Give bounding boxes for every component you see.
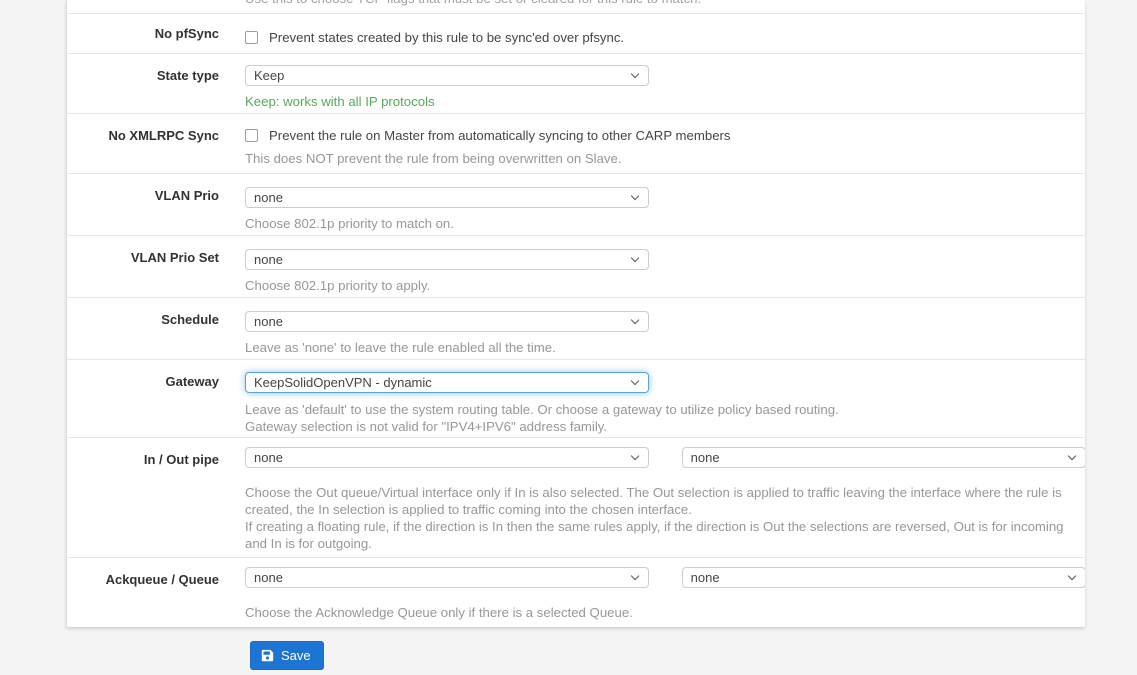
no-pfsync-label: No pfSync bbox=[67, 14, 245, 53]
row-no-pfsync: No pfSync Prevent states created by this… bbox=[67, 13, 1085, 53]
gateway-select[interactable]: KeepSolidOpenVPN - dynamic bbox=[245, 372, 649, 393]
schedule-help: Leave as 'none' to leave the rule enable… bbox=[245, 339, 1069, 356]
state-type-help: Keep: works with all IP protocols bbox=[245, 93, 1069, 110]
rule-settings-panel: Use this to choose TCP flags that must b… bbox=[66, 0, 1085, 627]
vlan-prio-set-select-wrap: none bbox=[245, 249, 649, 270]
row-gateway: Gateway KeepSolidOpenVPN - dynamic Leave… bbox=[67, 359, 1085, 437]
save-button-label: Save bbox=[281, 649, 311, 662]
gateway-select-wrap: KeepSolidOpenVPN - dynamic bbox=[245, 372, 649, 393]
tcp-flags-help-text: Use this to choose TCP flags that must b… bbox=[67, 0, 701, 13]
queue-select[interactable]: none bbox=[682, 567, 1085, 588]
save-icon bbox=[261, 649, 274, 662]
vlan-prio-help: Choose 802.1p priority to match on. bbox=[245, 215, 1069, 232]
no-xmlrpc-help: This does NOT prevent the rule from bein… bbox=[245, 150, 1069, 167]
state-type-select[interactable]: Keep bbox=[245, 65, 649, 86]
save-button[interactable]: Save bbox=[250, 641, 324, 670]
vlan-prio-label: VLAN Prio bbox=[67, 174, 245, 235]
schedule-label: Schedule bbox=[67, 298, 245, 359]
firewall-rule-edit-page: { "colors": { "page_bg": "#f4f4f4", "pan… bbox=[0, 0, 1137, 675]
no-pfsync-checkbox[interactable] bbox=[245, 31, 258, 44]
state-type-label: State type bbox=[67, 54, 245, 113]
row-ackqueue-queue: Ackqueue / Queue none none Choose the Ac… bbox=[67, 557, 1085, 627]
ackqueue-select[interactable]: none bbox=[245, 567, 649, 588]
vlan-prio-set-label: VLAN Prio Set bbox=[67, 236, 245, 297]
row-vlan-prio-set: VLAN Prio Set none Choose 802.1p priorit… bbox=[67, 235, 1085, 297]
schedule-select[interactable]: none bbox=[245, 311, 649, 332]
schedule-select-wrap: none bbox=[245, 311, 649, 332]
row-schedule: Schedule none Leave as 'none' to leave t… bbox=[67, 297, 1085, 359]
out-pipe-select-wrap: none bbox=[682, 447, 1085, 468]
row-in-out-pipe: In / Out pipe none none Choose the Out q… bbox=[67, 437, 1085, 557]
in-pipe-select-wrap: none bbox=[245, 447, 649, 468]
ackqueue-queue-label: Ackqueue / Queue bbox=[67, 558, 245, 627]
out-pipe-select[interactable]: none bbox=[682, 447, 1085, 468]
gateway-label: Gateway bbox=[67, 360, 245, 437]
gateway-help-2: Gateway selection is not valid for "IPV4… bbox=[245, 418, 1069, 435]
vlan-prio-set-help: Choose 802.1p priority to apply. bbox=[245, 277, 1069, 294]
ackqueue-queue-help: Choose the Acknowledge Queue only if the… bbox=[245, 604, 1085, 621]
row-vlan-prio: VLAN Prio none Choose 802.1p priority to… bbox=[67, 173, 1085, 235]
no-xmlrpc-checkbox[interactable] bbox=[245, 129, 258, 142]
queue-select-wrap: none bbox=[682, 567, 1085, 588]
row-no-xmlrpc-sync: No XMLRPC Sync Prevent the rule on Maste… bbox=[67, 113, 1085, 173]
state-type-select-wrap: Keep bbox=[245, 65, 649, 86]
in-out-pipe-help-1: Choose the Out queue/Virtual interface o… bbox=[245, 484, 1085, 518]
no-xmlrpc-checkbox-label: Prevent the rule on Master from automati… bbox=[269, 128, 731, 143]
vlan-prio-set-select[interactable]: none bbox=[245, 249, 649, 270]
in-pipe-select[interactable]: none bbox=[245, 447, 649, 468]
vlan-prio-select-wrap: none bbox=[245, 187, 649, 208]
in-out-pipe-label: In / Out pipe bbox=[67, 438, 245, 557]
ackqueue-select-wrap: none bbox=[245, 567, 649, 588]
in-out-pipe-help-2: If creating a floating rule, if the dire… bbox=[245, 518, 1085, 552]
gateway-help-1: Leave as 'default' to use the system rou… bbox=[245, 401, 1069, 418]
no-xmlrpc-label: No XMLRPC Sync bbox=[67, 114, 245, 173]
row-tcp-flags-clipped: Use this to choose TCP flags that must b… bbox=[67, 0, 1085, 13]
row-state-type: State type Keep Keep: works with all IP … bbox=[67, 53, 1085, 113]
form-actions: Save bbox=[250, 641, 324, 670]
no-pfsync-checkbox-label: Prevent states created by this rule to b… bbox=[269, 30, 624, 45]
vlan-prio-select[interactable]: none bbox=[245, 187, 649, 208]
